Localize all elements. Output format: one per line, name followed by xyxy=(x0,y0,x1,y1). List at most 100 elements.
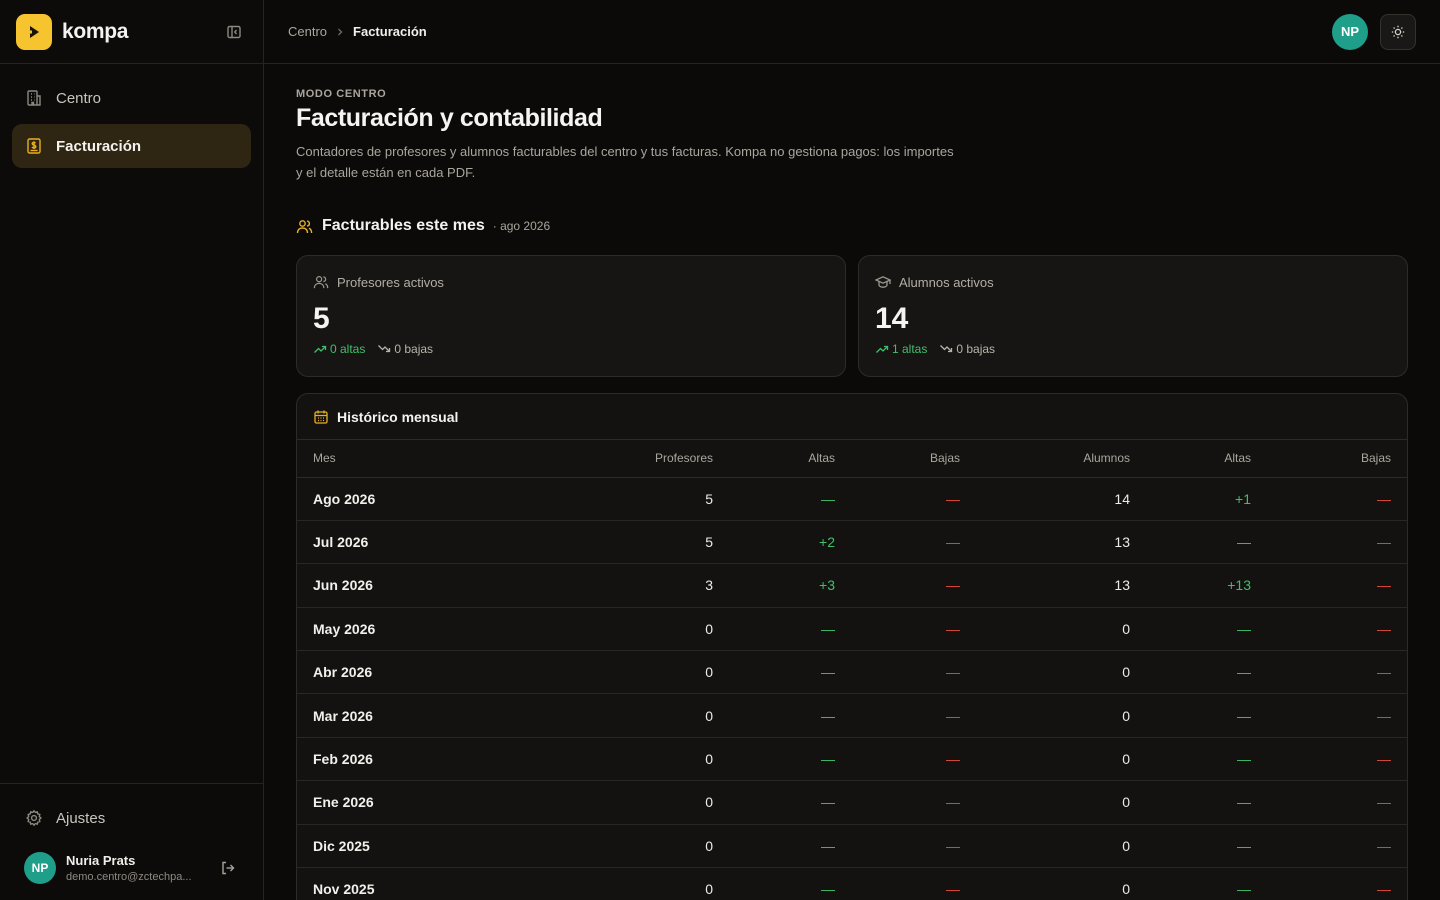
breadcrumb-current: Facturación xyxy=(353,24,427,39)
collapse-sidebar-icon[interactable] xyxy=(221,19,247,45)
history-header: Histórico mensual xyxy=(297,394,1407,440)
sidebar-footer: Ajustes NP Nuria Prats demo.centro@zctec… xyxy=(0,783,263,900)
users-icon xyxy=(313,274,329,290)
table-cell: — xyxy=(1267,607,1407,652)
bajas-count: 0 bajas xyxy=(956,342,996,356)
section-title: Facturables este mes xyxy=(322,217,485,234)
altas-indicator: 0 altas xyxy=(313,342,365,356)
sidebar-item-label: Ajustes xyxy=(56,809,106,827)
table-cell: — xyxy=(729,607,851,652)
table-cell: — xyxy=(1267,737,1407,782)
card-label: Alumnos activos xyxy=(875,274,1391,290)
table-cell: 5 xyxy=(523,477,729,521)
table-cell: — xyxy=(1267,520,1407,565)
col-altas-profesores: Altas xyxy=(729,440,851,478)
breadcrumb-parent[interactable]: Centro xyxy=(288,24,327,39)
table-cell: — xyxy=(851,563,976,608)
col-alumnos: Alumnos xyxy=(976,440,1146,478)
table-cell: — xyxy=(851,867,976,900)
table-cell: — xyxy=(851,824,976,869)
avatar[interactable]: NP xyxy=(1332,13,1368,50)
card-label-text: Profesores activos xyxy=(337,274,444,290)
sidebar-item-label: Facturación xyxy=(56,137,142,155)
graduation-cap-icon xyxy=(875,274,891,290)
theme-toggle-button[interactable] xyxy=(1380,13,1416,50)
table-cell: — xyxy=(729,867,851,900)
altas-indicator: 1 altas xyxy=(875,342,927,356)
user-info: Nuria Prats demo.centro@zctechpa... xyxy=(66,853,204,883)
stat-card-alumnos: Alumnos activos 14 1 altas 0 bajas xyxy=(858,255,1408,377)
table-cell: — xyxy=(1146,520,1267,565)
table-cell: Ago 2026 xyxy=(297,477,523,521)
table-cell: — xyxy=(1267,867,1407,900)
trending-down-icon xyxy=(377,342,391,356)
logout-icon[interactable] xyxy=(217,857,239,879)
sidebar-item-label: Centro xyxy=(56,89,102,107)
stat-card-profesores: Profesores activos 5 0 altas 0 bajas xyxy=(296,255,846,377)
calendar-icon xyxy=(313,409,329,425)
table-cell: 0 xyxy=(523,824,729,869)
page-title: Facturación y contabilidad xyxy=(296,104,603,132)
card-value: 5 xyxy=(313,302,330,335)
table-cell: +2 xyxy=(729,520,851,565)
table-cell: — xyxy=(729,824,851,869)
sidebar-nav: Centro Facturación xyxy=(0,64,263,184)
page-description: Contadores de profesores y alumnos factu… xyxy=(296,144,954,180)
table-cell: — xyxy=(851,477,976,521)
page-eyebrow: MODO CENTRO xyxy=(296,88,387,100)
col-profesores: Profesores xyxy=(523,440,729,478)
sidebar-item-centro[interactable]: Centro xyxy=(12,76,251,120)
table-cell: 0 xyxy=(523,650,729,695)
gear-icon xyxy=(24,808,44,828)
col-mes: Mes xyxy=(297,440,523,478)
section-header: Facturables este mes · ago 2026 xyxy=(296,217,1408,235)
table-cell: +13 xyxy=(1146,563,1267,608)
table-row: Mar 2026 0— —0— — xyxy=(297,693,1407,738)
table-cell: 5 xyxy=(523,520,729,565)
table-cell: — xyxy=(1267,693,1407,738)
table-row: Feb 2026 0— —0— — xyxy=(297,737,1407,782)
table-cell: — xyxy=(1267,477,1407,521)
history-table: Mes Profesores Altas Bajas Alumnos Altas… xyxy=(297,440,1407,900)
table-cell: — xyxy=(1267,824,1407,869)
table-cell: — xyxy=(729,780,851,825)
topbar: Centro Facturación NP xyxy=(264,0,1440,64)
trending-up-icon xyxy=(313,342,327,356)
history-body: Ago 2026 5— —14 +1— Jul 2026 5 +2—13— — Jun 2026… xyxy=(297,477,1407,900)
table-cell: 13 xyxy=(976,563,1146,608)
table-cell: 0 xyxy=(976,737,1146,782)
table-cell: Abr 2026 xyxy=(297,650,523,695)
table-cell: 0 xyxy=(523,867,729,900)
table-cell: — xyxy=(729,650,851,695)
table-cell: Mar 2026 xyxy=(297,693,523,738)
table-cell: 0 xyxy=(976,780,1146,825)
brand-name: kompa xyxy=(62,19,129,43)
sidebar-item-ajustes[interactable]: Ajustes xyxy=(12,796,251,840)
altas-count: 0 altas xyxy=(330,342,366,356)
table-cell: Nov 2025 xyxy=(297,867,523,900)
table-cell: 0 xyxy=(523,693,729,738)
table-cell: — xyxy=(851,737,976,782)
main-area: Centro Facturación NP MODO CENTRO Factur… xyxy=(264,0,1440,900)
history-title: Histórico mensual xyxy=(337,408,459,425)
users-icon xyxy=(296,217,314,235)
table-cell: 0 xyxy=(976,824,1146,869)
avatar[interactable]: NP xyxy=(24,852,56,884)
user-profile[interactable]: NP Nuria Prats demo.centro@zctechpa... xyxy=(12,844,251,884)
table-cell: — xyxy=(1267,780,1407,825)
sidebar-item-facturacion[interactable]: Facturación xyxy=(12,124,251,168)
table-cell: 0 xyxy=(976,607,1146,652)
table-cell: +1 xyxy=(1146,477,1267,521)
table-cell: +3 xyxy=(729,563,851,608)
receipt-icon xyxy=(24,136,44,156)
table-cell: — xyxy=(1267,563,1407,608)
table-row: Nov 2025 0— —0— — xyxy=(297,867,1407,900)
user-name: Nuria Prats xyxy=(66,853,136,868)
table-row: Ago 2026 5— —14 +1— xyxy=(297,477,1407,521)
table-row: Jun 2026 3 +3—13 +13— xyxy=(297,563,1407,608)
bajas-indicator: 0 bajas xyxy=(377,342,433,356)
col-bajas-alumnos: Bajas xyxy=(1267,440,1407,478)
col-bajas-profesores: Bajas xyxy=(851,440,976,478)
card-delta: 0 altas 0 bajas xyxy=(313,342,829,356)
table-cell: — xyxy=(1146,607,1267,652)
